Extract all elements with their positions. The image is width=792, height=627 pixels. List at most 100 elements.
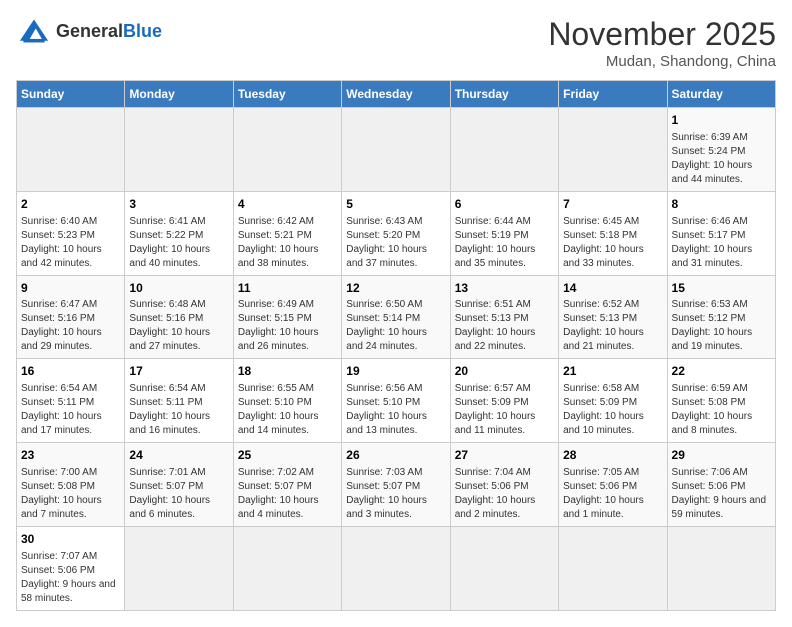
day-info: Sunrise: 6:40 AM Sunset: 5:23 PM Dayligh…: [21, 215, 120, 271]
calendar-cell: 9Sunrise: 6:47 AM Sunset: 5:16 PM Daylig…: [17, 275, 125, 359]
calendar-cell: 22Sunrise: 6:59 AM Sunset: 5:08 PM Dayli…: [667, 359, 775, 443]
calendar-cell: [450, 108, 558, 192]
calendar-cell: 7 Sunrise: 6:45 AM Sunset: 5:18 PM Daylig…: [559, 191, 667, 275]
day-info: Sunrise: 6:44 AM Sunset: 5:19 PM Dayligh…: [455, 215, 554, 271]
day-number: 18: [238, 363, 337, 380]
calendar-cell: 18 Sunrise: 6:55 AM Sunset: 5:10 PM Dayli…: [233, 359, 341, 443]
calendar-cell: 5 Sunrise: 6:43 AM Sunset: 5:20 PM Daylig…: [342, 191, 450, 275]
calendar-cell: 16Sunrise: 6:54 AM Sunset: 5:11 PM Dayli…: [17, 359, 125, 443]
day-number: 21: [563, 363, 662, 380]
calendar-table: SundayMondayTuesdayWednesdayThursdayFrid…: [16, 80, 776, 611]
day-info: Sunrise: 6:52 AM Sunset: 5:13 PM Dayligh…: [563, 298, 662, 354]
calendar-week-6: 30 Sunrise: 7:07 AM Sunset: 5:06 PM Dayli…: [17, 526, 776, 610]
calendar-cell: 19 Sunrise: 6:56 AM Sunset: 5:10 PM Dayli…: [342, 359, 450, 443]
calendar-cell: 8 Sunrise: 6:46 AM Sunset: 5:17 PM Daylig…: [667, 191, 775, 275]
calendar-cell: 30 Sunrise: 7:07 AM Sunset: 5:06 PM Dayli…: [17, 526, 125, 610]
logo: GeneralBlue: [16, 16, 162, 46]
day-number: 17: [129, 363, 228, 380]
day-number: 30: [21, 531, 120, 548]
calendar-week-3: 9Sunrise: 6:47 AM Sunset: 5:16 PM Daylig…: [17, 275, 776, 359]
day-info: Sunrise: 7:05 AM Sunset: 5:06 PM Dayligh…: [563, 466, 662, 522]
day-info: Sunrise: 6:56 AM Sunset: 5:10 PM Dayligh…: [346, 382, 445, 438]
calendar-cell: 24Sunrise: 7:01 AM Sunset: 5:07 PM Dayli…: [125, 443, 233, 527]
calendar-title: November 2025: [548, 16, 776, 53]
calendar-cell: 1Sunrise: 6:39 AM Sunset: 5:24 PM Daylig…: [667, 108, 775, 192]
day-info: Sunrise: 7:00 AM Sunset: 5:08 PM Dayligh…: [21, 466, 120, 522]
col-header-saturday: Saturday: [667, 81, 775, 108]
calendar-week-1: 1Sunrise: 6:39 AM Sunset: 5:24 PM Daylig…: [17, 108, 776, 192]
calendar-cell: 4 Sunrise: 6:42 AM Sunset: 5:21 PM Daylig…: [233, 191, 341, 275]
day-info: Sunrise: 6:48 AM Sunset: 5:16 PM Dayligh…: [129, 298, 228, 354]
day-info: Sunrise: 6:42 AM Sunset: 5:21 PM Dayligh…: [238, 215, 337, 271]
calendar-cell: [233, 526, 341, 610]
calendar-cell: 10Sunrise: 6:48 AM Sunset: 5:16 PM Dayli…: [125, 275, 233, 359]
day-number: 2: [21, 196, 120, 213]
calendar-cell: [667, 526, 775, 610]
calendar-cell: 29 Sunrise: 7:06 AM Sunset: 5:06 PM Dayli…: [667, 443, 775, 527]
day-number: 29: [672, 447, 771, 464]
day-info: Sunrise: 6:57 AM Sunset: 5:09 PM Dayligh…: [455, 382, 554, 438]
day-info: Sunrise: 6:59 AM Sunset: 5:08 PM Dayligh…: [672, 382, 771, 438]
col-header-tuesday: Tuesday: [233, 81, 341, 108]
calendar-cell: [125, 108, 233, 192]
day-number: 27: [455, 447, 554, 464]
day-number: 10: [129, 280, 228, 297]
day-number: 14: [563, 280, 662, 297]
day-number: 3: [129, 196, 228, 213]
day-info: Sunrise: 7:07 AM Sunset: 5:06 PM Dayligh…: [21, 550, 120, 606]
logo-icon: [16, 16, 52, 46]
day-info: Sunrise: 6:53 AM Sunset: 5:12 PM Dayligh…: [672, 298, 771, 354]
col-header-friday: Friday: [559, 81, 667, 108]
day-info: Sunrise: 6:46 AM Sunset: 5:17 PM Dayligh…: [672, 215, 771, 271]
day-number: 15: [672, 280, 771, 297]
day-info: Sunrise: 6:49 AM Sunset: 5:15 PM Dayligh…: [238, 298, 337, 354]
day-info: Sunrise: 7:01 AM Sunset: 5:07 PM Dayligh…: [129, 466, 228, 522]
day-number: 13: [455, 280, 554, 297]
calendar-cell: [17, 108, 125, 192]
day-number: 12: [346, 280, 445, 297]
calendar-title-block: November 2025 Mudan, Shandong, China: [548, 16, 776, 70]
calendar-cell: 26Sunrise: 7:03 AM Sunset: 5:07 PM Dayli…: [342, 443, 450, 527]
day-number: 25: [238, 447, 337, 464]
day-info: Sunrise: 7:06 AM Sunset: 5:06 PM Dayligh…: [672, 466, 771, 522]
calendar-cell: [342, 108, 450, 192]
day-number: 1: [672, 112, 771, 129]
calendar-cell: 25Sunrise: 7:02 AM Sunset: 5:07 PM Dayli…: [233, 443, 341, 527]
day-number: 19: [346, 363, 445, 380]
logo-text: GeneralBlue: [56, 21, 162, 42]
calendar-cell: [559, 108, 667, 192]
calendar-cell: 21 Sunrise: 6:58 AM Sunset: 5:09 PM Dayli…: [559, 359, 667, 443]
calendar-cell: 20 Sunrise: 6:57 AM Sunset: 5:09 PM Dayli…: [450, 359, 558, 443]
page-header: GeneralBlue November 2025 Mudan, Shandon…: [16, 16, 776, 70]
day-info: Sunrise: 6:43 AM Sunset: 5:20 PM Dayligh…: [346, 215, 445, 271]
calendar-week-5: 23 Sunrise: 7:00 AM Sunset: 5:08 PM Dayli…: [17, 443, 776, 527]
day-info: Sunrise: 6:54 AM Sunset: 5:11 PM Dayligh…: [129, 382, 228, 438]
day-number: 26: [346, 447, 445, 464]
day-number: 5: [346, 196, 445, 213]
calendar-week-4: 16Sunrise: 6:54 AM Sunset: 5:11 PM Dayli…: [17, 359, 776, 443]
day-number: 20: [455, 363, 554, 380]
col-header-thursday: Thursday: [450, 81, 558, 108]
calendar-subtitle: Mudan, Shandong, China: [548, 53, 776, 70]
calendar-cell: 28Sunrise: 7:05 AM Sunset: 5:06 PM Dayli…: [559, 443, 667, 527]
day-number: 7: [563, 196, 662, 213]
day-number: 11: [238, 280, 337, 297]
day-number: 4: [238, 196, 337, 213]
calendar-cell: 3Sunrise: 6:41 AM Sunset: 5:22 PM Daylig…: [125, 191, 233, 275]
calendar-cell: 6 Sunrise: 6:44 AM Sunset: 5:19 PM Daylig…: [450, 191, 558, 275]
day-number: 6: [455, 196, 554, 213]
calendar-cell: 11Sunrise: 6:49 AM Sunset: 5:15 PM Dayli…: [233, 275, 341, 359]
day-number: 23: [21, 447, 120, 464]
calendar-cell: 15Sunrise: 6:53 AM Sunset: 5:12 PM Dayli…: [667, 275, 775, 359]
day-info: Sunrise: 6:45 AM Sunset: 5:18 PM Dayligh…: [563, 215, 662, 271]
day-info: Sunrise: 6:58 AM Sunset: 5:09 PM Dayligh…: [563, 382, 662, 438]
calendar-cell: 12Sunrise: 6:50 AM Sunset: 5:14 PM Dayli…: [342, 275, 450, 359]
calendar-cell: [125, 526, 233, 610]
day-info: Sunrise: 6:55 AM Sunset: 5:10 PM Dayligh…: [238, 382, 337, 438]
calendar-cell: 17 Sunrise: 6:54 AM Sunset: 5:11 PM Dayli…: [125, 359, 233, 443]
calendar-cell: [450, 526, 558, 610]
calendar-cell: [342, 526, 450, 610]
calendar-cell: [559, 526, 667, 610]
calendar-cell: 14Sunrise: 6:52 AM Sunset: 5:13 PM Dayli…: [559, 275, 667, 359]
day-number: 8: [672, 196, 771, 213]
